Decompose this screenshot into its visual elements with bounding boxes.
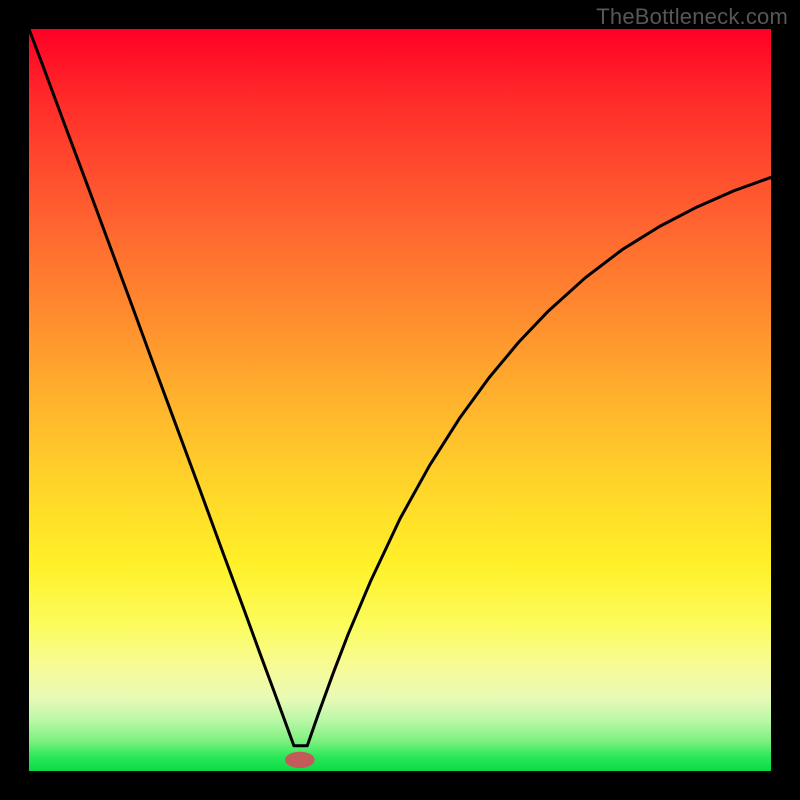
bottleneck-curve <box>29 29 771 746</box>
chart-frame: TheBottleneck.com <box>0 0 800 800</box>
min-marker <box>285 752 315 768</box>
watermark-text: TheBottleneck.com <box>596 4 788 30</box>
curve-svg <box>29 29 771 771</box>
plot-area <box>29 29 771 771</box>
